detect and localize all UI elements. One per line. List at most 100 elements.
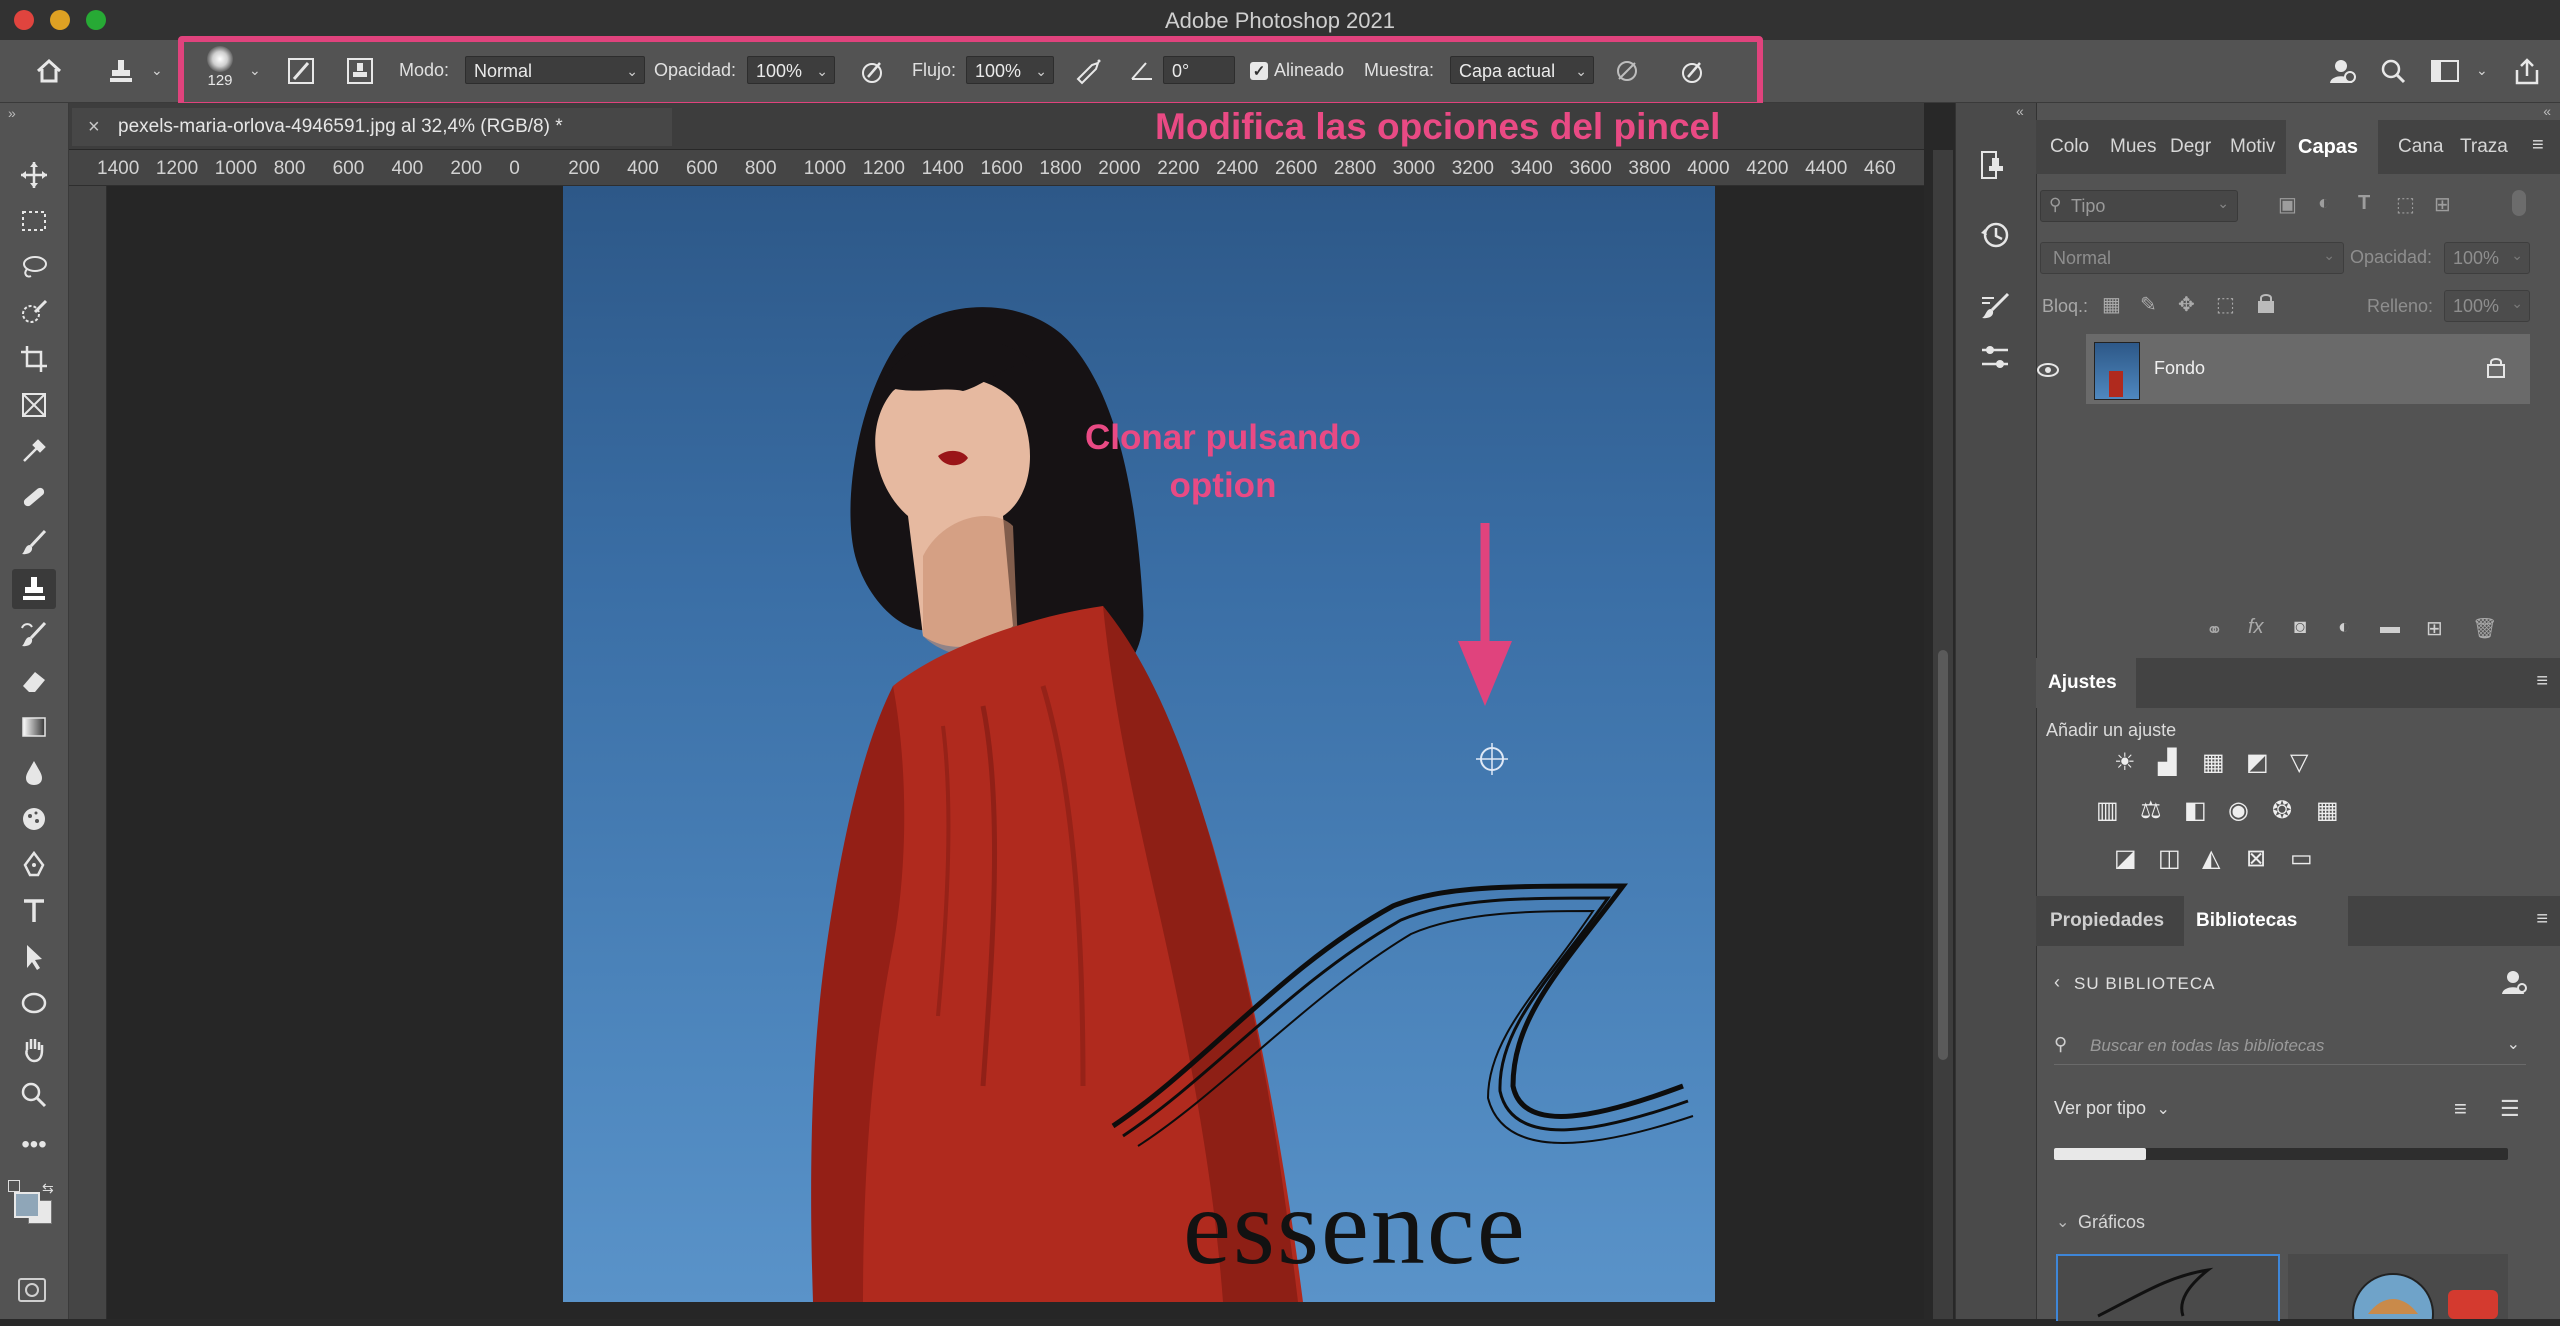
layer-style-icon[interactable]: fx: [2248, 616, 2264, 639]
close-tab-icon[interactable]: ×: [88, 108, 100, 146]
vibrance-icon[interactable]: ▽: [2290, 748, 2308, 777]
clone-stamp-tool-preset-icon[interactable]: [104, 54, 138, 88]
exposure-icon[interactable]: ◩: [2246, 748, 2269, 777]
lock-artboard-icon[interactable]: ⬚: [2216, 292, 2235, 317]
hand-tool-icon[interactable]: [12, 1029, 56, 1069]
foreground-color-swatch[interactable]: [14, 1192, 40, 1218]
layer-visibility-icon[interactable]: [2036, 334, 2060, 406]
filter-adjustment-icon[interactable]: ◐: [2318, 192, 2330, 215]
layer-filter-select[interactable]: ⚲ Tipo ⌄: [2040, 190, 2238, 222]
link-layers-icon[interactable]: ⚭: [2206, 618, 2223, 643]
posterize-icon[interactable]: ◫: [2158, 844, 2181, 873]
library-name[interactable]: SU BIBLIOTECA: [2074, 974, 2215, 994]
curves-icon[interactable]: ▦: [2202, 748, 2225, 777]
clone-source-panel-icon[interactable]: [1978, 148, 2012, 187]
new-group-icon[interactable]: ▬: [2380, 616, 2400, 639]
adjustment-sliders-icon[interactable]: [1978, 340, 2012, 379]
library-scroll-track[interactable]: [2054, 1148, 2508, 1160]
invert-icon[interactable]: ◪: [2114, 844, 2137, 873]
gradient-map-icon[interactable]: ▭: [2290, 844, 2313, 873]
more-tools-icon[interactable]: •••: [12, 1125, 56, 1165]
tab-libraries[interactable]: Bibliotecas: [2184, 896, 2348, 946]
expand-chevron-icon[interactable]: ⌄: [2056, 1212, 2069, 1232]
tab-channels[interactable]: Cana: [2398, 136, 2443, 158]
document-tab[interactable]: × pexels-maria-orlova-4946591.jpg al 32,…: [72, 108, 672, 146]
blend-mode-select[interactable]: Normal ⌄: [2040, 242, 2344, 274]
scroll-thumb[interactable]: [1938, 650, 1948, 1060]
photo-filter-icon[interactable]: ◉: [2228, 796, 2249, 825]
eyedropper-tool-icon[interactable]: [12, 431, 56, 471]
tab-adjustments[interactable]: Ajustes: [2036, 658, 2136, 708]
lock-transparent-icon[interactable]: ▦: [2102, 292, 2121, 317]
tab-properties[interactable]: Propiedades: [2050, 910, 2164, 932]
pen-tool-icon[interactable]: [12, 845, 56, 885]
crop-tool-icon[interactable]: [12, 339, 56, 379]
share-icon[interactable]: [2510, 54, 2544, 88]
layer-mask-icon[interactable]: ◙: [2294, 616, 2306, 639]
collapse-arrows-icon[interactable]: «: [2543, 103, 2551, 119]
brush-settings-panel-icon[interactable]: [1978, 290, 2012, 329]
history-brush-tool-icon[interactable]: [12, 615, 56, 655]
tab-gradients[interactable]: Degr: [2170, 136, 2211, 158]
tab-layers[interactable]: Capas: [2286, 120, 2378, 174]
default-colors-icon[interactable]: [8, 1180, 20, 1192]
library-scroll-thumb[interactable]: [2054, 1148, 2146, 1160]
marquee-tool-icon[interactable]: [12, 201, 56, 241]
library-graphic-2[interactable]: [2288, 1254, 2508, 1326]
hue-saturation-icon[interactable]: ▥: [2096, 796, 2119, 825]
lock-position-icon[interactable]: ✥: [2178, 292, 2195, 317]
clone-stamp-tool-icon[interactable]: [12, 569, 56, 609]
ellipse-tool-icon[interactable]: [12, 983, 56, 1023]
healing-brush-tool-icon[interactable]: [12, 477, 56, 517]
view-by-select[interactable]: Ver por tipo ⌄: [2054, 1098, 2170, 1119]
collapse-arrows-icon[interactable]: »: [8, 105, 16, 121]
channel-mixer-icon[interactable]: ❂: [2272, 796, 2292, 825]
tab-swatches[interactable]: Mues: [2110, 136, 2156, 158]
panel-menu-icon[interactable]: ≡: [2536, 670, 2548, 693]
library-search[interactable]: ⚲ Buscar en todas las bibliotecas ⌄: [2054, 1028, 2526, 1065]
new-adjustment-icon[interactable]: ◐: [2338, 616, 2350, 639]
gradient-tool-icon[interactable]: [12, 707, 56, 747]
layer-name[interactable]: Fondo: [2154, 358, 2205, 379]
collapse-arrows-icon[interactable]: «: [2016, 103, 2024, 119]
path-selection-tool-icon[interactable]: [12, 937, 56, 977]
color-swatches[interactable]: ⇆: [8, 1180, 62, 1230]
frame-tool-icon[interactable]: [12, 385, 56, 425]
tab-paths[interactable]: Traza: [2460, 136, 2508, 158]
brush-tool-icon[interactable]: [12, 523, 56, 563]
filter-shape-icon[interactable]: ⬚: [2396, 192, 2415, 217]
delete-layer-icon[interactable]: 🗑: [2472, 616, 2497, 641]
fill-input[interactable]: 100% ⌄: [2444, 290, 2530, 322]
move-tool-icon[interactable]: [12, 155, 56, 195]
filter-toggle[interactable]: [2512, 190, 2526, 216]
swap-colors-icon[interactable]: ⇆: [42, 1180, 54, 1197]
search-icon[interactable]: [2376, 54, 2410, 88]
chevron-down-icon[interactable]: ⌄: [2476, 62, 2488, 79]
new-layer-icon[interactable]: ⊞: [2426, 616, 2443, 641]
black-white-icon[interactable]: ◧: [2184, 796, 2207, 825]
share-user-icon[interactable]: [2325, 54, 2359, 88]
quick-mask-icon[interactable]: [18, 1278, 46, 1302]
selective-color-icon[interactable]: ⊠: [2246, 844, 2266, 873]
layer-opacity-input[interactable]: 100% ⌄: [2444, 242, 2530, 274]
color-lookup-icon[interactable]: ▦: [2316, 796, 2339, 825]
lock-all-icon[interactable]: [2256, 292, 2276, 319]
zoom-tool-icon[interactable]: [12, 1075, 56, 1115]
chevron-down-icon[interactable]: ⌄: [151, 62, 163, 79]
document-image[interactable]: Clonar pulsando option essence: [563, 186, 1715, 1302]
tab-patterns[interactable]: Motiv: [2230, 136, 2275, 158]
home-icon[interactable]: [32, 54, 66, 88]
filter-type-icon[interactable]: T: [2358, 192, 2370, 215]
tab-color[interactable]: Colo: [2050, 136, 2089, 158]
filter-smart-object-icon[interactable]: ⊞: [2434, 192, 2451, 217]
quick-selection-tool-icon[interactable]: [12, 293, 56, 333]
library-share-icon[interactable]: [2500, 968, 2528, 1001]
panel-menu-icon[interactable]: ≡: [2532, 134, 2544, 157]
layer-row-fondo[interactable]: Fondo: [2086, 334, 2530, 404]
levels-icon[interactable]: ▟: [2158, 748, 2176, 777]
workspace-icon[interactable]: [2428, 54, 2462, 88]
history-icon[interactable]: [1978, 218, 2012, 257]
filter-pixel-icon[interactable]: ▣: [2278, 192, 2297, 217]
color-balance-icon[interactable]: ⚖: [2140, 796, 2162, 825]
chevron-down-icon[interactable]: ⌄: [2507, 1034, 2520, 1054]
